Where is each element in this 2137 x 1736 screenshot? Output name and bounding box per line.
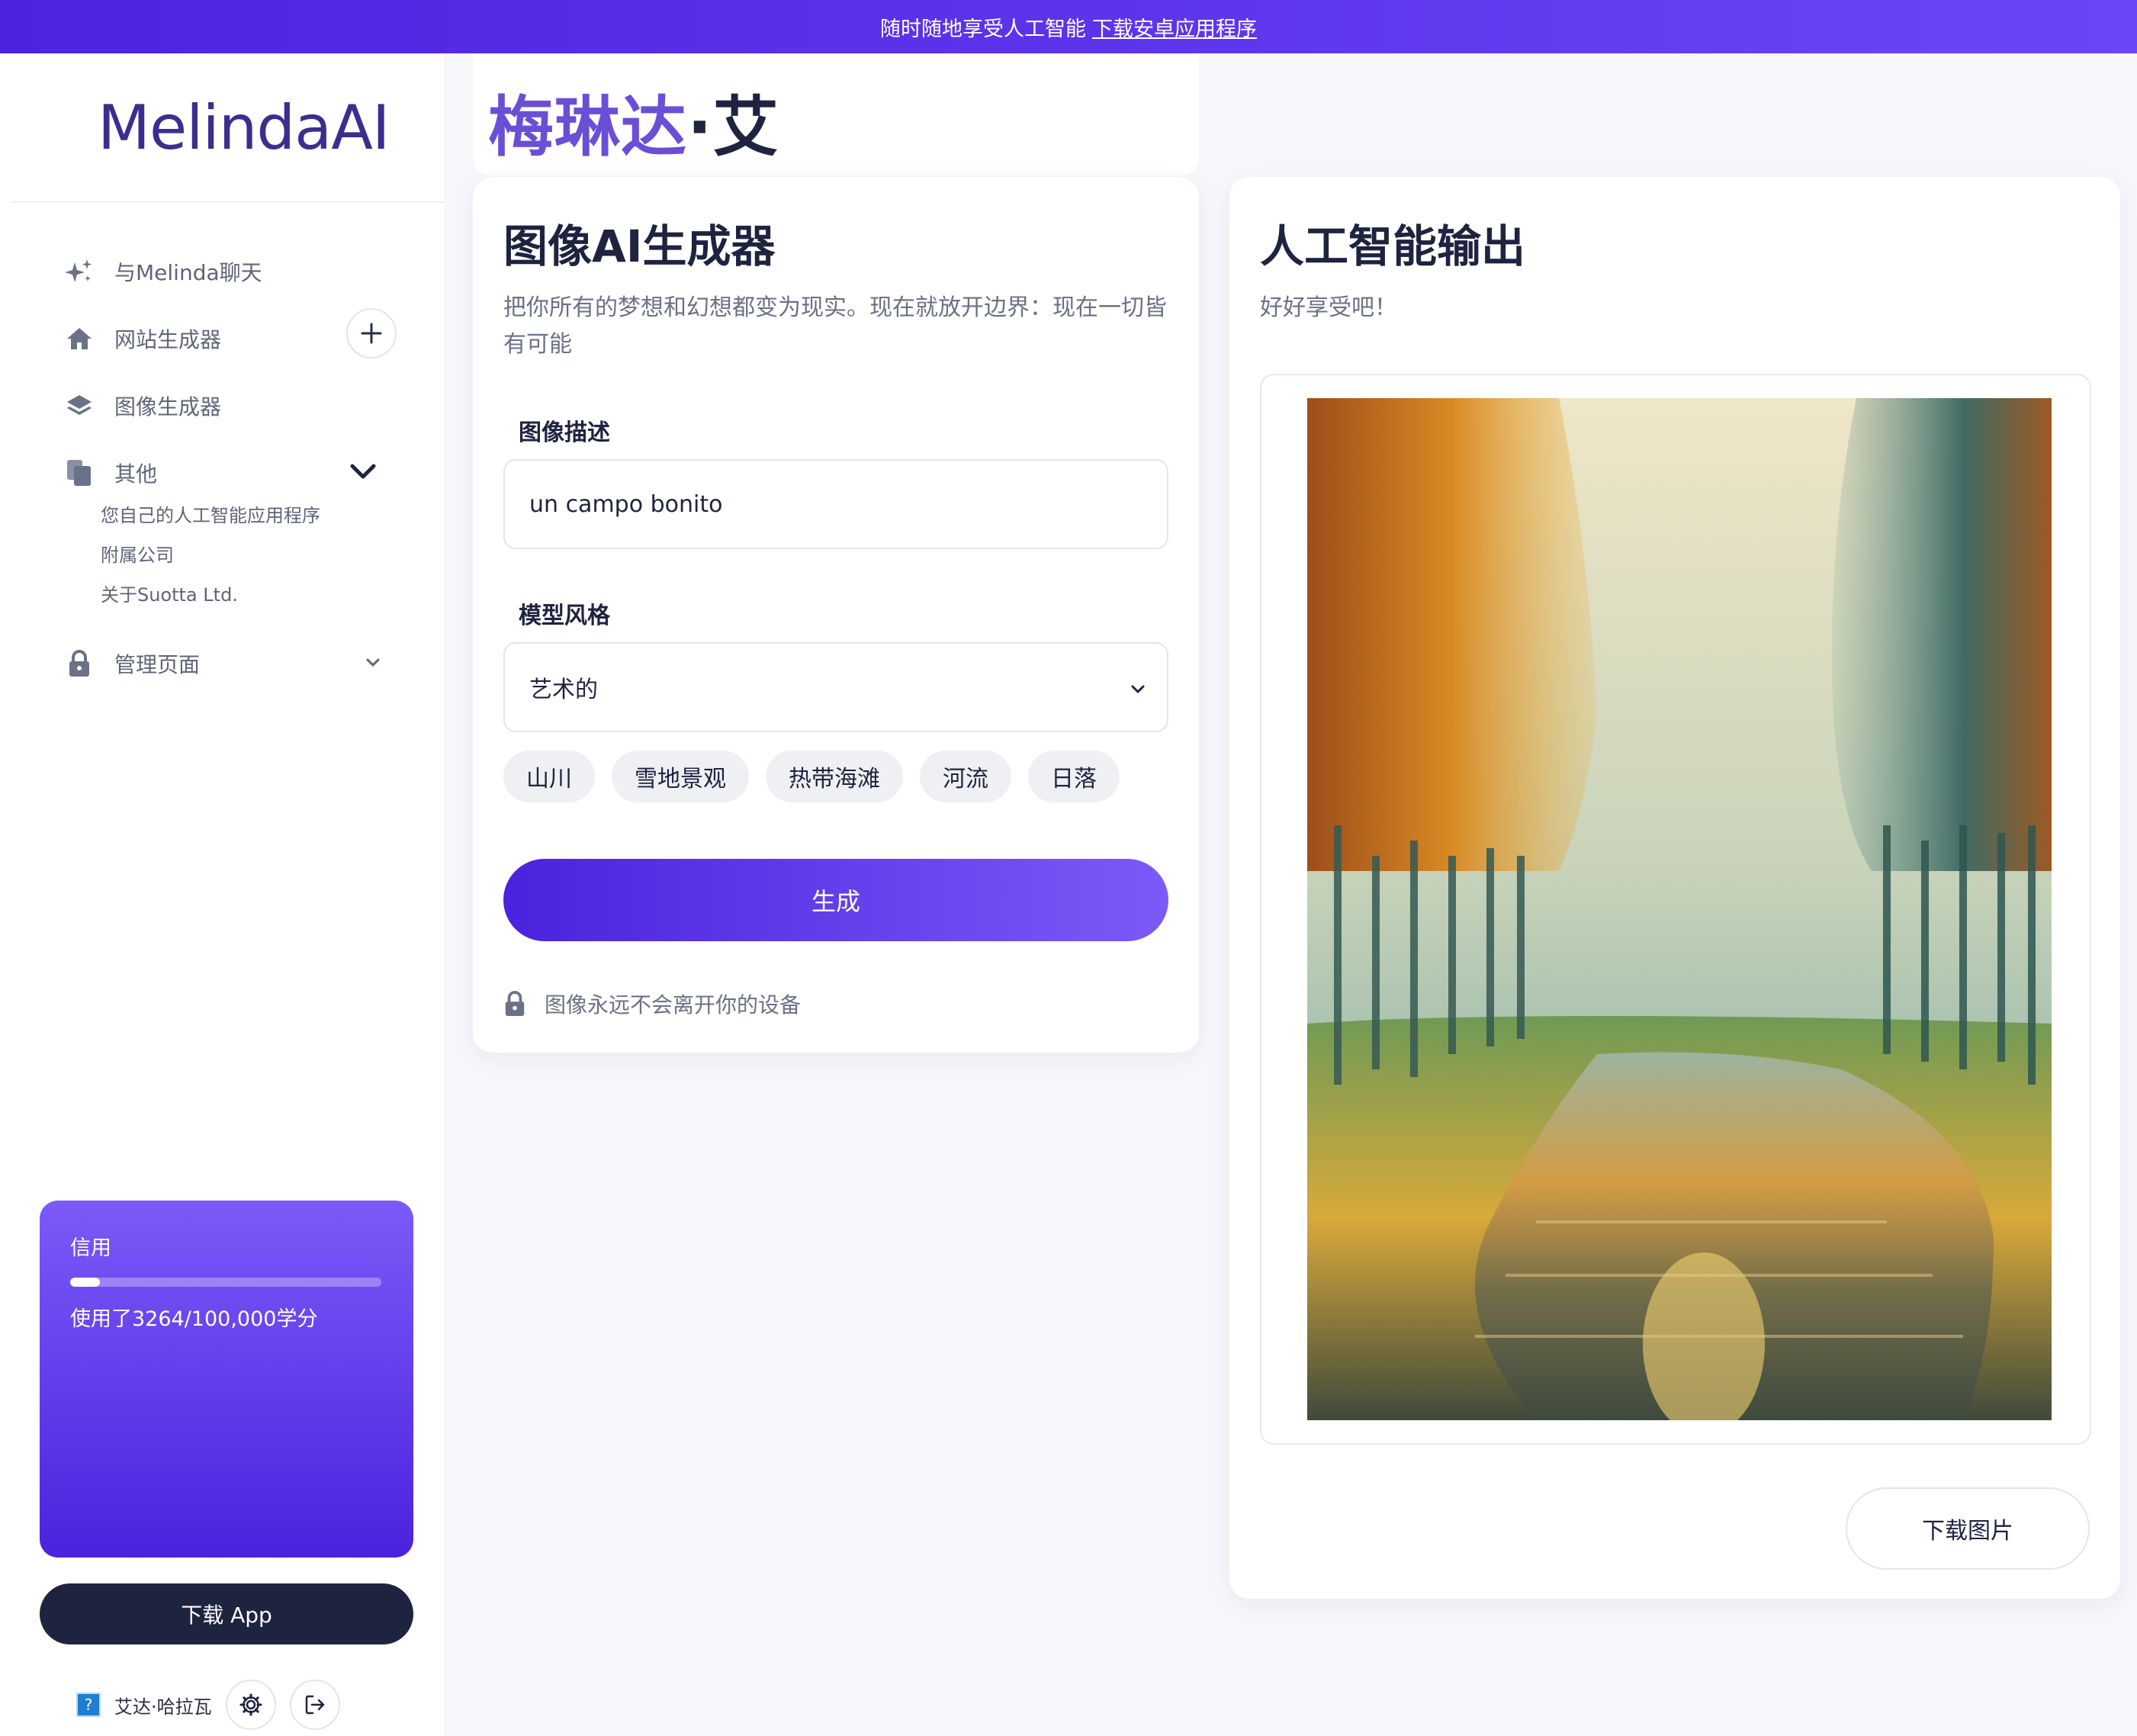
sidebar-item-label: 图像生成器 (114, 394, 222, 420)
sidebar-item-website-generator[interactable]: 网站生成器 (64, 316, 221, 362)
chip-river[interactable]: 河流 (920, 751, 1011, 802)
sidebar-item-other[interactable]: 其他 (64, 450, 157, 496)
logout-icon (305, 1695, 324, 1715)
generate-button[interactable]: 生成 (503, 859, 1168, 941)
sidebar-item-label: 网站生成器 (114, 327, 222, 352)
new-website-button[interactable] (346, 308, 397, 358)
gear-icon (239, 1693, 262, 1716)
user-row: ? 艾达·哈拉瓦 (76, 1678, 340, 1731)
download-image-button[interactable]: 下载图片 (1846, 1487, 2090, 1570)
lock-icon (505, 991, 525, 1016)
output-subtitle: 好好享受吧！ (1260, 294, 1397, 321)
settings-button[interactable] (225, 1680, 276, 1730)
chip-snow-landscape[interactable]: 雪地景观 (612, 751, 749, 802)
sidebar-item-chat[interactable]: 与Melinda聊天 (64, 249, 262, 294)
logout-button[interactable] (289, 1680, 340, 1730)
page-title: 梅琳达·艾 (488, 73, 779, 169)
credits-title: 信用 (70, 1236, 111, 1260)
avatar[interactable]: ? (76, 1693, 101, 1717)
chevron-down-icon[interactable] (362, 651, 384, 674)
sidebar: MelindaAI 与Melinda聊天 网站生成器 图像生成器 其他 您自己的… (0, 53, 444, 1736)
generator-card: 图像AI生成器 把你所有的梦想和幻想都变为现实。现在就放开边界：现在一切皆有可能… (473, 177, 1199, 1053)
sub-item-affiliates[interactable]: 附属公司 (101, 540, 174, 567)
description-label: 图像描述 (519, 420, 610, 446)
sidebar-item-label: 管理页面 (114, 652, 201, 677)
generator-title: 图像AI生成器 (503, 220, 776, 272)
layers-icon (64, 391, 95, 421)
sub-item-own-ai-app[interactable]: 您自己的人工智能应用程序 (101, 500, 320, 527)
style-select-value: 艺术的 (529, 677, 598, 703)
top-banner: 随时随地享受人工智能 下载安卓应用程序 (0, 0, 2137, 53)
sidebar-item-label: 其他 (114, 461, 158, 487)
credits-card: 信用 使用了3264/100,000学分 (40, 1201, 413, 1558)
credits-progress-bar (70, 1278, 381, 1287)
page-title-main: 梅琳达 (488, 89, 687, 166)
chip-sunset[interactable]: 日落 (1028, 751, 1120, 802)
privacy-note: 图像永远不会离开你的设备 (503, 989, 801, 1019)
style-chips: 山川 雪地景观 热带海滩 河流 日落 (503, 751, 1120, 802)
style-select[interactable]: 艺术的 (503, 642, 1168, 732)
output-card: 人工智能输出 好好享受吧！ 下载图片 (1229, 177, 2120, 1599)
plus-icon (361, 323, 382, 344)
output-image-frame (1260, 374, 2091, 1445)
description-input[interactable]: un campo bonito (503, 459, 1168, 549)
logo[interactable]: MelindaAI (98, 92, 390, 163)
privacy-text: 图像永远不会离开你的设备 (545, 992, 802, 1017)
generated-landscape-image (1307, 398, 2052, 1420)
page-title-rest: ·艾 (687, 89, 779, 166)
output-title: 人工智能输出 (1260, 220, 1526, 272)
lock-icon (64, 648, 95, 679)
sub-item-about[interactable]: 关于Suotta Ltd. (101, 580, 238, 606)
style-label: 模型风格 (519, 603, 610, 629)
generator-description: 把你所有的梦想和幻想都变为现实。现在就放开边界：现在一切皆有可能 (503, 294, 1167, 358)
banner-text: 随时随地享受人工智能 (880, 17, 1086, 41)
banner-download-link[interactable]: 下载安卓应用程序 (1092, 12, 1257, 42)
sidebar-item-label: 与Melinda聊天 (114, 260, 262, 285)
user-name: 艾达·哈拉瓦 (114, 1696, 212, 1718)
sidebar-item-admin[interactable]: 管理页面 (64, 641, 200, 686)
copy-icon (64, 458, 95, 488)
sparkles-icon (64, 256, 95, 287)
chevron-down-icon[interactable] (346, 455, 380, 488)
credits-used-text: 使用了3264/100,000学分 (70, 1307, 318, 1331)
chip-mountains[interactable]: 山川 (503, 751, 595, 802)
home-icon (64, 323, 95, 354)
download-app-button[interactable]: 下载 App (40, 1583, 413, 1644)
logo-area: MelindaAI (11, 53, 444, 203)
sidebar-item-image-generator[interactable]: 图像生成器 (64, 383, 221, 429)
description-input-value: un campo bonito (529, 490, 723, 518)
credits-progress-fill (70, 1278, 100, 1287)
chevron-down-icon (1131, 685, 1145, 693)
generated-image[interactable] (1307, 398, 2052, 1420)
chip-tropical-beach[interactable]: 热带海滩 (766, 751, 903, 802)
